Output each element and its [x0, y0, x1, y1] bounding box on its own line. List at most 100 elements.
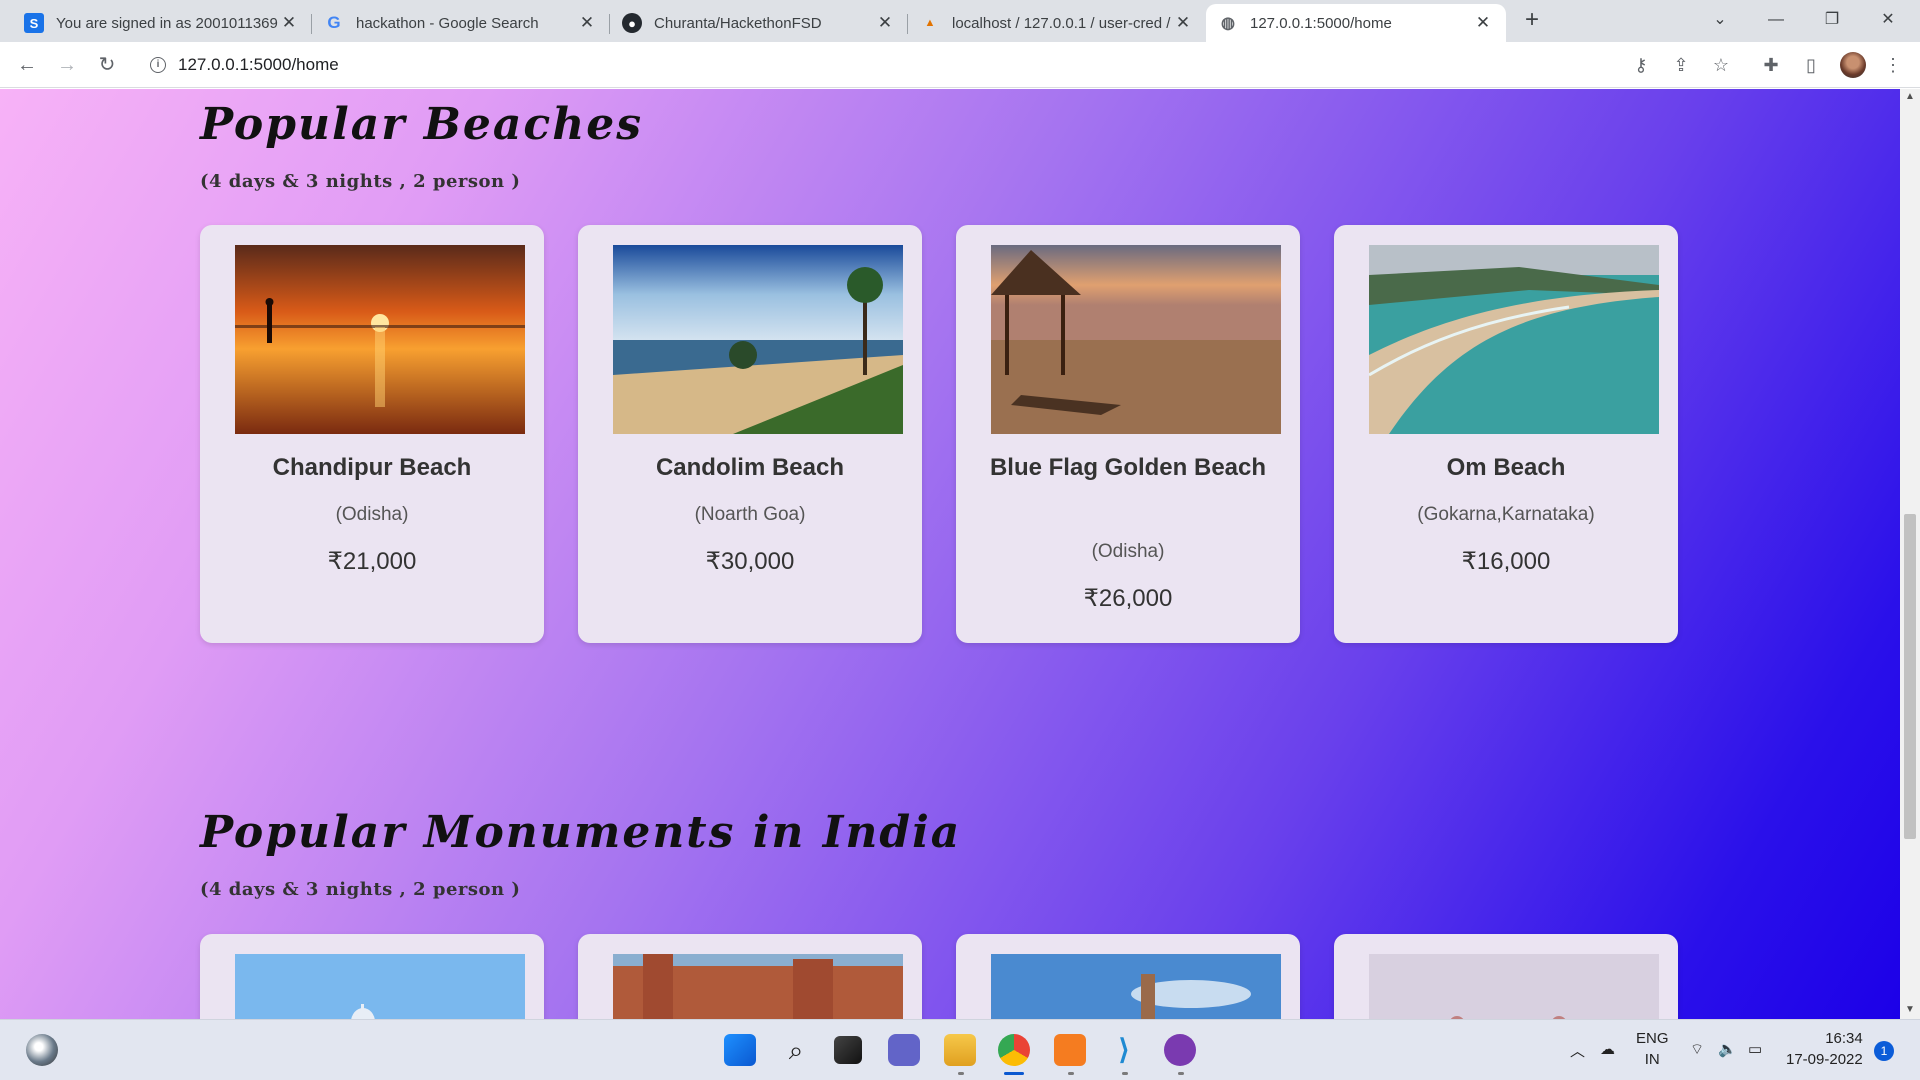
new-tab-button[interactable]: + [1518, 6, 1546, 34]
beach-photo [991, 245, 1281, 434]
destination-card[interactable] [578, 934, 922, 1019]
tab-title: localhost / 127.0.0.1 / user-cred / [952, 14, 1171, 32]
destination-card[interactable]: Candolim Beach (Noarth Goa) ₹30,000 [578, 225, 922, 643]
site-info-icon[interactable]: i [150, 57, 166, 73]
windows-start-icon[interactable] [724, 1034, 756, 1066]
destination-card[interactable]: Blue Flag Golden Beach (Odisha) ₹26,000 [956, 225, 1300, 643]
file-explorer-icon[interactable] [944, 1034, 976, 1066]
section-subtitle-beaches: (4 days & 3 nights , 2 person ) [200, 171, 521, 192]
tab-title: hackathon - Google Search [356, 14, 539, 32]
menu-dots-icon[interactable]: ⋮ [1878, 50, 1908, 80]
monument-photo [235, 954, 525, 1019]
close-tab-icon[interactable]: ✕ [1472, 13, 1494, 33]
vscode-icon[interactable]: ⟩ [1108, 1034, 1140, 1066]
destination-price: ₹21,000 [327, 548, 417, 575]
globe-icon: ◍ [1221, 15, 1235, 32]
browser-tab[interactable]: S You are signed in as 2001011369 ✕ [12, 4, 312, 42]
beach-photo [235, 245, 525, 434]
destination-price: ₹26,000 [1083, 585, 1173, 612]
browser-tab-active[interactable]: ◍ 127.0.0.1:5000/home ✕ [1206, 4, 1506, 42]
monument-photo [613, 954, 903, 1019]
scroll-up-icon[interactable]: ▲ [1900, 91, 1920, 102]
destination-name: Candolim Beach [655, 454, 845, 481]
destination-name: Chandipur Beach [272, 454, 472, 481]
back-icon[interactable]: ← [12, 50, 42, 80]
running-indicator [1068, 1072, 1074, 1075]
widgets-icon[interactable] [26, 1034, 58, 1066]
page-scrollbar[interactable]: ▲ ▼ [1900, 89, 1920, 1019]
clock-date: 17-09-2022 [1786, 1051, 1863, 1068]
destination-name: Blue Flag Golden Beach [989, 454, 1267, 481]
clock-time: 16:34 [1825, 1030, 1863, 1047]
share-icon[interactable]: ⇪ [1666, 50, 1696, 80]
running-indicator [958, 1072, 964, 1075]
forward-icon[interactable]: → [52, 50, 82, 80]
restore-icon[interactable]: ❐ [1804, 0, 1860, 40]
destination-price: ₹30,000 [705, 548, 795, 575]
close-tab-icon[interactable]: ✕ [1172, 13, 1194, 33]
google-icon: G [327, 13, 341, 32]
wifi-icon[interactable]: ⌔ [1690, 1040, 1704, 1059]
close-tab-icon[interactable]: ✕ [278, 13, 300, 33]
scroll-down-icon[interactable]: ▼ [1900, 1004, 1920, 1015]
destination-price: ₹16,000 [1461, 548, 1551, 575]
destination-card[interactable] [956, 934, 1300, 1019]
search-icon[interactable]: ⌕ [780, 1034, 812, 1066]
key-icon[interactable]: ⚷ [1626, 50, 1656, 80]
github-desktop-icon[interactable] [1164, 1034, 1196, 1066]
tab-title: You are signed in as 2001011369 [56, 14, 278, 32]
onedrive-icon[interactable]: ☁ [1600, 1040, 1615, 1058]
minimize-icon[interactable]: — [1748, 0, 1804, 40]
show-hidden-icons-icon[interactable]: ︿ [1570, 1040, 1585, 1061]
browser-tab[interactable]: ● Churanta/HackethonFSD ✕ [610, 4, 908, 42]
battery-icon[interactable]: ▭ [1748, 1040, 1762, 1058]
side-panel-icon[interactable]: ▯ [1796, 50, 1826, 80]
tab-search-icon[interactable]: ⌄ [1692, 0, 1748, 40]
close-window-icon[interactable]: ✕ [1860, 0, 1916, 40]
monument-photo [991, 954, 1281, 1019]
monument-photo [1369, 954, 1659, 1019]
destination-card[interactable] [200, 934, 544, 1019]
scrollbar-thumb[interactable] [1904, 514, 1916, 839]
browser-tab[interactable]: G hackathon - Google Search ✕ [312, 4, 610, 42]
windows-taskbar: ⌕ ⟩ ︿ ☁ ENG IN ⌔ 🔈 ▭ 16:34 17-09-2022 1 [0, 1019, 1920, 1080]
tab-title: 127.0.0.1:5000/home [1250, 14, 1392, 32]
running-indicator [1122, 1072, 1128, 1075]
section-subtitle-monuments: (4 days & 3 nights , 2 person ) [200, 879, 521, 900]
notification-badge[interactable]: 1 [1874, 1041, 1894, 1061]
active-app-indicator [1004, 1072, 1024, 1075]
task-view-icon[interactable] [834, 1036, 862, 1064]
destination-location: (Odisha) [335, 504, 409, 525]
browser-tab-strip: S You are signed in as 2001011369 ✕ G ha… [0, 0, 1920, 42]
phpmyadmin-icon: ▲ [924, 17, 936, 29]
bookmark-star-icon[interactable]: ☆ [1706, 50, 1736, 80]
language-indicator[interactable]: ENG IN [1636, 1028, 1669, 1070]
destination-card[interactable]: Chandipur Beach (Odisha) ₹21,000 [200, 225, 544, 643]
beach-photo [1369, 245, 1659, 434]
volume-icon[interactable]: 🔈 [1718, 1040, 1737, 1058]
destination-location: (Odisha) [1091, 541, 1165, 562]
address-url[interactable]: 127.0.0.1:5000/home [178, 55, 339, 75]
region-code: IN [1644, 1051, 1660, 1068]
destination-card[interactable] [1334, 934, 1678, 1019]
extensions-icon[interactable]: ✚ [1756, 50, 1786, 80]
destination-card[interactable]: Om Beach (Gokarna,Karnataka) ₹16,000 [1334, 225, 1678, 643]
system-clock[interactable]: 16:34 17-09-2022 [1786, 1028, 1863, 1070]
section-title-beaches: Popular Beaches [200, 99, 643, 150]
s-letter-icon: S [24, 13, 44, 33]
tab-title: Churanta/HackethonFSD [654, 14, 822, 32]
running-indicator [1178, 1072, 1184, 1075]
chrome-icon[interactable] [998, 1034, 1030, 1066]
browser-tab[interactable]: ▲ localhost / 127.0.0.1 / user-cred / ✕ [908, 4, 1206, 42]
browser-toolbar: ← → ↻ i 127.0.0.1:5000/home ⚷ ⇪ ☆ ✚ ▯ ⋮ [0, 42, 1920, 88]
xampp-icon[interactable] [1054, 1034, 1086, 1066]
teams-chat-icon[interactable] [888, 1034, 920, 1066]
beach-photo [613, 245, 903, 434]
close-tab-icon[interactable]: ✕ [874, 13, 896, 33]
profile-avatar[interactable] [1840, 52, 1866, 78]
address-bar[interactable]: i 127.0.0.1:5000/home [140, 48, 1660, 82]
reload-icon[interactable]: ↻ [92, 50, 122, 80]
language-code: ENG [1636, 1030, 1669, 1047]
close-tab-icon[interactable]: ✕ [576, 13, 598, 33]
destination-location: (Noarth Goa) [694, 504, 806, 525]
